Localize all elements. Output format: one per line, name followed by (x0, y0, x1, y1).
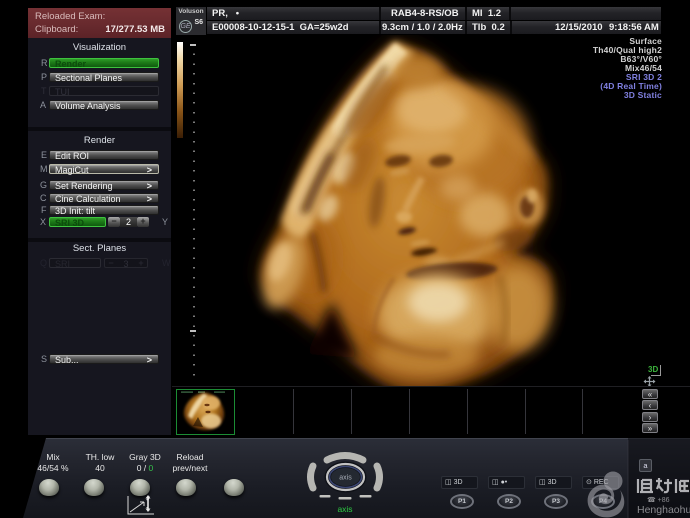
svg-text:axis: axis (337, 504, 352, 514)
svg-text:axis: axis (339, 475, 352, 482)
